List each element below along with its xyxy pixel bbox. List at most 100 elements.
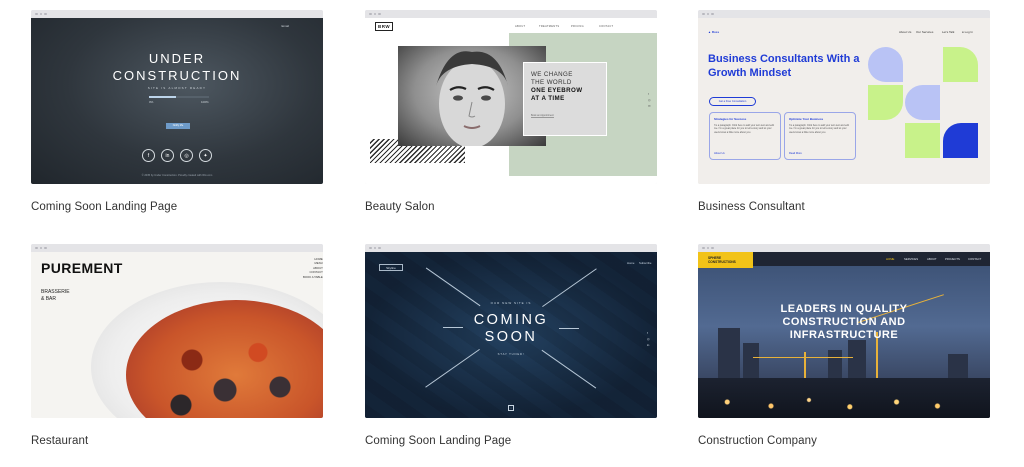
headline-line: AT A TIME <box>531 95 565 102</box>
progress-max-label: 100% <box>201 100 209 104</box>
template-preview[interactable]: BRW ABOUT TREATMENTS PRICING CONTACT WE … <box>365 10 657 184</box>
building <box>828 350 842 378</box>
twitter-icon: ✦ <box>199 149 212 162</box>
geometric-shape <box>943 47 978 82</box>
preview-footer: © 2035 by Under Construction. Proudly cr… <box>141 174 213 177</box>
crane-mast <box>804 352 806 378</box>
linkedin-icon: in <box>161 149 174 162</box>
headline-box: WE CHANGE THE WORLD ONE EYEBROW AT A TIM… <box>523 62 607 136</box>
template-caption[interactable]: Business Consultant <box>698 201 990 213</box>
preview-kicker: OUR NEW SITE IS <box>490 301 532 305</box>
template-caption[interactable]: Construction Company <box>698 435 990 447</box>
info-card-link: Read More <box>789 152 802 155</box>
instagram-icon: ◎ <box>180 149 193 162</box>
preview-logo: ▲ Ross <box>708 30 720 34</box>
city-lights <box>698 378 990 418</box>
geometric-shape <box>905 85 940 120</box>
preview-construction: SPHERE CONSTRUCTIONS HOME SERVICES ABOUT… <box>698 252 990 418</box>
preview-nav-item: ABOUT <box>927 257 937 261</box>
template-caption[interactable]: Coming Soon Landing Page <box>31 201 323 213</box>
preview-nav-item: Home <box>627 261 635 265</box>
template-caption[interactable]: Beauty Salon <box>365 201 657 213</box>
template-caption[interactable]: Coming Soon Landing Page <box>365 435 657 447</box>
browser-chrome <box>698 10 990 18</box>
title-line: COMING <box>473 312 549 328</box>
template-card-coming-soon-1[interactable]: Email UNDER CONSTRUCTION SITE IS ALMOST … <box>31 10 323 213</box>
info-card: Optimize Your Business I'm a paragraph. … <box>784 112 856 160</box>
title-line: UNDER <box>148 51 206 66</box>
browser-chrome <box>365 244 657 252</box>
mail-icon: ✉ <box>648 104 651 108</box>
preview-nav-item: ABOUT <box>515 25 526 28</box>
building <box>948 354 968 378</box>
preview-headline: Business Consultants With a Growth Minds… <box>708 53 860 79</box>
preview-nav-item: Subscribe <box>639 261 652 265</box>
preview-restaurant: PUREMENT BRASSERIE & BAR HOME MENU ABOUT… <box>31 252 323 418</box>
tagline-line: BRASSERIE <box>41 289 70 295</box>
preview-nav-item: ● Log In <box>962 30 973 34</box>
logo-line: CONSTRUCTIONS <box>708 260 736 264</box>
geometric-shape <box>868 47 903 82</box>
progress-min-label: 0% <box>149 100 154 104</box>
template-card-restaurant[interactable]: PUREMENT BRASSERIE & BAR HOME MENU ABOUT… <box>31 244 323 447</box>
social-icons: f in ◎ ✦ <box>31 149 323 162</box>
title-line: CONSTRUCTION <box>112 68 242 83</box>
template-preview[interactable]: ▲ Ross About Us Our Services Let's Talk … <box>698 10 990 184</box>
template-preview[interactable]: Skyline Home Subscribe OUR NEW SITE IS C… <box>365 244 657 418</box>
preview-nav-item: CONTACT <box>968 257 982 261</box>
preview-nav-item: SERVICES <box>904 257 919 261</box>
preview-nav-item: PRICING <box>571 25 584 28</box>
facebook-icon: f <box>142 149 155 162</box>
browser-chrome <box>31 244 323 252</box>
headline-line: INFRASTRUCTURE <box>789 329 899 341</box>
side-social-icons: f ◎ in <box>647 330 650 348</box>
pasta-dish <box>126 300 323 418</box>
template-card-business-consultant[interactable]: ▲ Ross About Us Our Services Let's Talk … <box>698 10 990 213</box>
building <box>743 343 759 378</box>
info-card-link: About Us <box>714 152 725 155</box>
scroll-down-icon: ↓ <box>508 405 514 411</box>
info-card-text: I'm a paragraph. Click here to add your … <box>714 124 774 134</box>
tagline-line: & BAR <box>41 296 57 302</box>
template-card-construction[interactable]: SPHERE CONSTRUCTIONS HOME SERVICES ABOUT… <box>698 244 990 447</box>
plate-image <box>91 282 323 418</box>
headline-line: LEADERS IN QUALITY <box>780 303 908 315</box>
browser-chrome <box>31 10 323 18</box>
template-card-coming-soon-2[interactable]: Skyline Home Subscribe OUR NEW SITE IS C… <box>365 244 657 447</box>
preview-nav-item: HOME <box>886 257 895 261</box>
preview-top-link: Email <box>281 24 289 28</box>
preview-under-construction: Email UNDER CONSTRUCTION SITE IS ALMOST … <box>31 18 323 184</box>
linkedin-icon: in <box>647 343 650 347</box>
cta-pill: Get a Free Consultation <box>709 97 756 106</box>
info-card-title: Strategies for Success <box>714 117 747 121</box>
book-link: Book an Appointment <box>531 114 554 118</box>
preview-tagline: BRASSERIE & BAR <box>41 289 70 303</box>
menu-item: BOOK A TABLE <box>303 274 323 279</box>
preview-title: COMING SOON <box>365 312 657 346</box>
preview-brand: PUREMENT <box>41 260 123 276</box>
progress-fill <box>149 96 176 98</box>
geometric-shape <box>905 123 940 158</box>
geometric-shape <box>943 85 978 120</box>
preview-nav-item: CONTACT <box>599 25 614 28</box>
logo-text: Ross <box>711 30 720 34</box>
template-preview[interactable]: Email UNDER CONSTRUCTION SITE IS ALMOST … <box>31 10 323 184</box>
headline-line: CONSTRUCTION AND <box>782 316 906 328</box>
template-preview[interactable]: PUREMENT BRASSERIE & BAR HOME MENU ABOUT… <box>31 244 323 418</box>
preview-nav-item: Let's Talk <box>942 30 955 34</box>
building <box>848 340 866 378</box>
browser-chrome <box>365 10 657 18</box>
preview-nav-item: TREATMENTS <box>539 25 560 28</box>
progress-bar <box>149 96 209 98</box>
headline-line: THE WORLD <box>531 79 572 86</box>
login-label: Log In <box>964 30 973 34</box>
template-card-beauty-salon[interactable]: BRW ABOUT TREATMENTS PRICING CONTACT WE … <box>365 10 657 213</box>
stay-tuned: STAY TUNED! <box>497 352 525 356</box>
preview-headline: LEADERS IN QUALITY CONSTRUCTION AND INFR… <box>698 303 990 342</box>
preview-nav-item: PROJECTS <box>945 257 960 261</box>
template-caption[interactable]: Restaurant <box>31 435 323 447</box>
info-card-title: Optimize Your Business <box>789 117 824 121</box>
preview-beauty-salon: BRW ABOUT TREATMENTS PRICING CONTACT WE … <box>365 18 657 184</box>
template-preview[interactable]: SPHERE CONSTRUCTIONS HOME SERVICES ABOUT… <box>698 244 990 418</box>
preview-logo: Skyline <box>379 264 403 271</box>
